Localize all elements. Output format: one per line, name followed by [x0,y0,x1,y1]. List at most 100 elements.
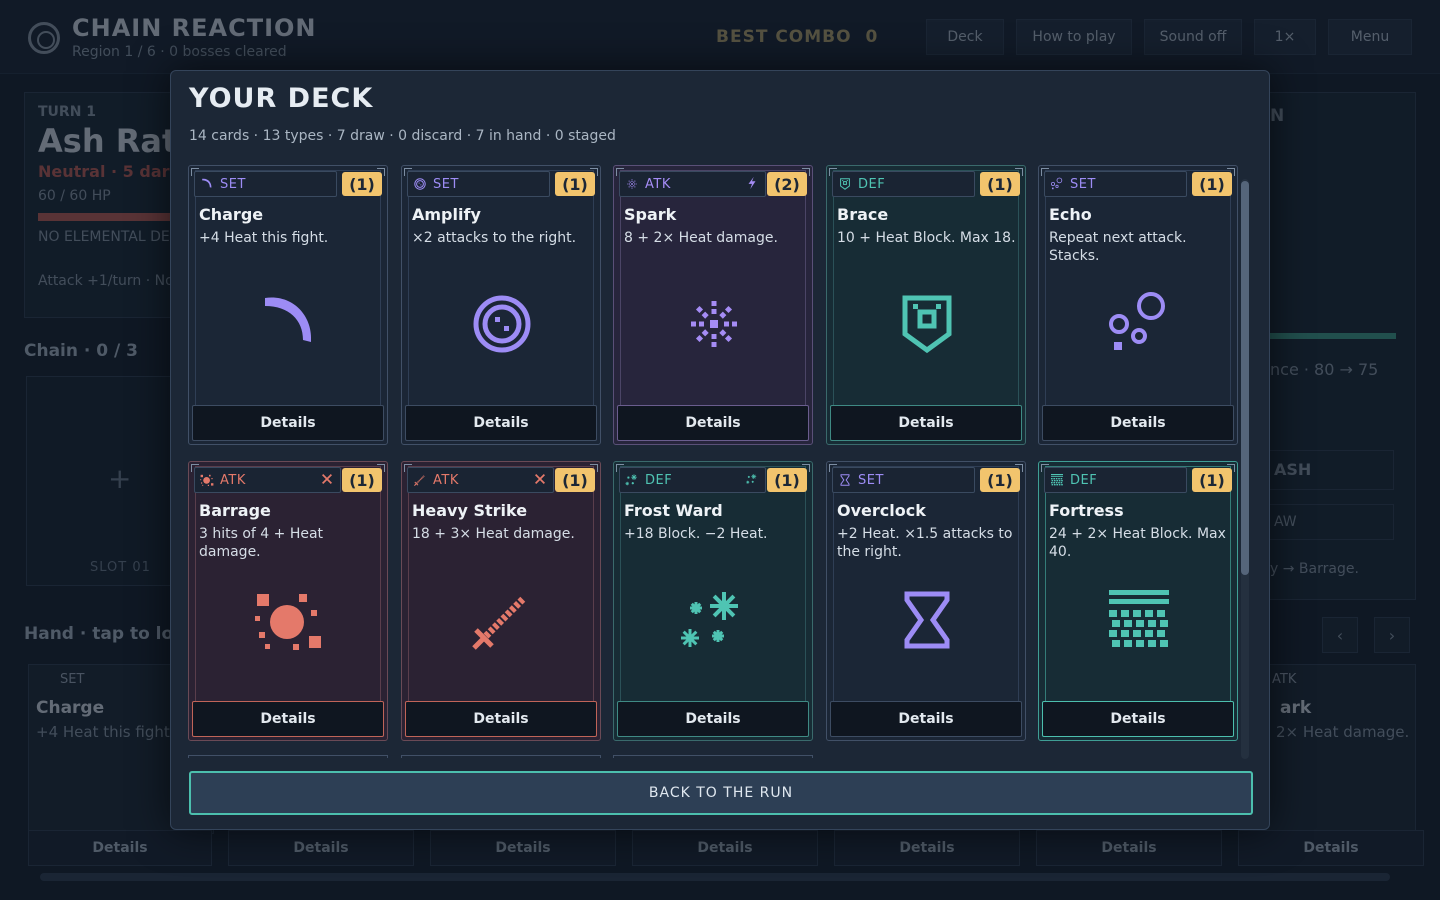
progress-bar [1270,333,1396,339]
menu-button[interactable]: Menu [1328,19,1412,55]
deck-card[interactable]: SET (1) Overclock +2 Heat. ×1.5 attacks … [826,461,1026,741]
right-action-label-2: AW [1274,514,1297,530]
card-name: Echo [1049,205,1092,224]
chain-label: Chain · 0 / 3 [24,341,138,361]
card-name: Brace [837,205,889,224]
card-count-badge: (1) [980,172,1020,196]
deck-card-grid: SET (1) Charge +4 Heat this fight. Detai… [188,163,1240,758]
snowflake-icon [674,580,754,660]
card-description: +4 Heat this fight. [199,230,329,246]
hand-prev-button[interactable]: ‹ [1322,617,1358,653]
card-details-button[interactable]: Details [405,405,597,441]
card-details-button[interactable]: Details [1042,405,1234,441]
card-type: ATK [645,176,671,192]
speed-button[interactable]: 1× [1254,19,1316,55]
right-panel-title: N [1270,106,1285,126]
deck-card[interactable]: DEF (1) Frost Ward +18 Block. −2 Heat. D… [613,461,813,741]
card-type: DEF [858,176,886,192]
hand-details-button[interactable]: Details [1036,830,1222,866]
card-name: Fortress [1049,501,1124,520]
card-type-tag: ATK [194,467,341,493]
how-to-play-button[interactable]: How to play [1016,19,1132,55]
region-status: Region 1 / 6 · 0 bosses cleared [72,44,287,60]
hand-details-button[interactable]: Details [228,830,414,866]
card-description: Repeat next attack. Stacks. [1049,230,1187,264]
card-details-button[interactable]: Details [617,405,809,441]
sound-toggle-button[interactable]: Sound off [1144,19,1242,55]
card-count-badge: (1) [555,468,595,492]
sword-icon [462,580,542,660]
crescent-icon [249,284,329,364]
card-type: SET [220,176,246,192]
card-count-badge: (1) [1192,468,1232,492]
enemy-intent: Attack +1/turn · No [38,273,174,289]
deck-card[interactable]: SET (1) Amplify ×2 attacks to the right.… [401,165,601,445]
card-details-button[interactable]: Details [617,701,809,737]
spark-icon [624,176,640,192]
best-combo: BEST COMBO 0 [716,27,879,47]
bubbles-icon [1049,176,1065,192]
right-action-label-1: ASH [1274,460,1312,479]
deck-card[interactable]: ATK (1) Barrage 3 hits of 4 + Heat damag… [188,461,388,741]
deck-card[interactable]: SET (1) Charge +4 Heat this fight. Detai… [188,165,388,445]
card-type: DEF [645,472,673,488]
deck-card[interactable]: SET (1) Echo Repeat next attack. Stacks.… [1038,165,1238,445]
card-details-button[interactable]: Details [830,405,1022,441]
deck-card[interactable]: DEF (1) Brace 10 + Heat Block. Max 18. D… [826,165,1026,445]
enemy-hp-bar [38,213,178,221]
hand-details-button[interactable]: Details [632,830,818,866]
card-description: +18 Block. −2 Heat. [624,526,768,542]
card-name: Charge [199,205,264,224]
deck-card-peek[interactable] [613,755,813,758]
hand-next-button[interactable]: › [1374,617,1410,653]
card-details-button[interactable]: Details [192,701,384,737]
hand-details-button[interactable]: Details [430,830,616,866]
card-type-tag: ATK [407,467,554,493]
card-count-badge: (1) [980,468,1020,492]
sword-icon [412,472,428,488]
back-to-run-button[interactable]: BACK TO THE RUN [189,771,1253,815]
card-name: Barrage [199,501,271,520]
deck-card[interactable]: ATK (1) Heavy Strike 18 + 3× Heat damage… [401,461,601,741]
card-description: 24 + 2× Heat Block. Max 40. [1049,526,1226,560]
deck-card-peek[interactable] [401,755,601,758]
cross-icon [320,472,334,490]
card-type: SET [1070,176,1096,192]
hand-details-button[interactable]: Details [834,830,1020,866]
deck-card[interactable]: DEF (1) Fortress 24 + 2× Heat Block. Max… [1038,461,1238,741]
card-details-button[interactable]: Details [1042,701,1234,737]
hand-details-button[interactable]: Details [28,830,212,866]
burst-icon [249,580,329,660]
enemy-elemental: NO ELEMENTAL DE [38,229,170,245]
card-type-tag: SET [832,467,975,493]
spark-icon [674,284,754,364]
card-type-tag: DEF [832,171,975,197]
card-details-button[interactable]: Details [192,405,384,441]
hand-label: Hand · tap to loa [24,624,185,644]
card-type: ATK [433,472,459,488]
hand-card-name: ark [1280,698,1312,718]
combo-hint: y → Barrage. [1270,561,1359,577]
enemy-trait: Neutral · 5 dar [38,162,170,181]
deck-card-peek[interactable] [188,755,388,758]
game-title: CHAIN REACTION [72,14,317,42]
card-type-tag: SET [407,171,550,197]
hand-scrollbar[interactable] [40,873,1390,881]
deck-scrollbar[interactable] [1241,179,1249,759]
hourglass-icon [887,580,967,660]
card-details-button[interactable]: Details [405,701,597,737]
card-description: 18 + 3× Heat damage. [412,526,575,542]
deck-scrollbar-thumb[interactable] [1241,181,1249,575]
card-type-tag: DEF [619,467,766,493]
shield-icon [887,284,967,364]
card-count-badge: (1) [342,172,382,196]
card-type-tag: DEF [1044,467,1187,493]
fortress-icon [1099,580,1179,660]
deck-card[interactable]: ATK (2) Spark 8 + 2× Heat damage. Detail… [613,165,813,445]
hand-details-button[interactable]: Details [1238,830,1424,866]
enemy-hp: 60 / 60 HP [38,188,111,204]
card-name: Overclock [837,501,926,520]
card-details-button[interactable]: Details [830,701,1022,737]
card-count-badge: (1) [342,468,382,492]
deck-button[interactable]: Deck [926,19,1004,55]
